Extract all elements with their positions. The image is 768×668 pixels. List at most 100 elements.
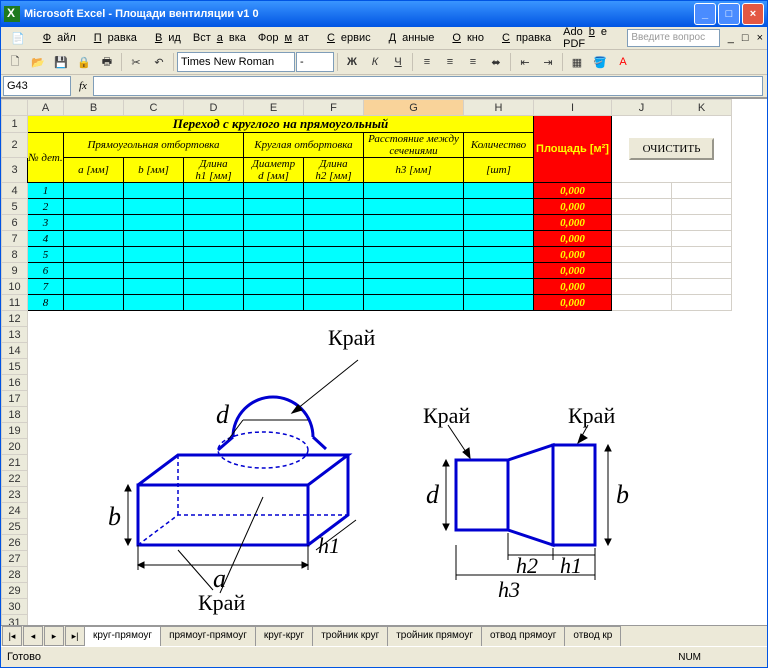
new-icon[interactable]: 🗋: [4, 51, 26, 73]
col-header-c[interactable]: C: [124, 100, 184, 116]
sheet-tab[interactable]: отвод кр: [564, 626, 621, 646]
italic-icon[interactable]: К: [364, 51, 386, 73]
minimize-button[interactable]: _: [694, 3, 716, 25]
col-header-e[interactable]: E: [244, 100, 304, 116]
label-d2: d: [426, 480, 440, 509]
tab-prev-icon[interactable]: ◂: [23, 626, 43, 646]
row-header-1[interactable]: 1: [2, 116, 28, 133]
font-color-icon[interactable]: A: [612, 51, 634, 73]
col-distance: Расстояние между сечениями: [364, 133, 464, 158]
menu-pdf[interactable]: Adobe PDF: [557, 24, 627, 52]
menu-file[interactable]: ФФайлайл: [31, 30, 82, 46]
align-center-icon[interactable]: ≡: [439, 51, 461, 73]
window-title: Microsoft Excel - Площади вентиляции v1 …: [24, 8, 259, 20]
ask-box[interactable]: Введите вопрос: [627, 29, 719, 47]
font-select[interactable]: Times New Roman: [177, 52, 295, 72]
status-num: NUM: [678, 652, 701, 663]
label-edge1: Край: [328, 325, 375, 350]
close-button[interactable]: ×: [742, 3, 764, 25]
formula-bar: G43 fx: [1, 75, 767, 98]
col-header-f[interactable]: F: [304, 100, 364, 116]
save-icon[interactable]: 💾: [50, 51, 72, 73]
merge-icon[interactable]: ⬌: [485, 51, 507, 73]
undo-icon[interactable]: ↶: [148, 51, 170, 73]
col-header-h[interactable]: H: [464, 100, 534, 116]
tab-last-icon[interactable]: ▸|: [65, 626, 85, 646]
sheet-tab-active[interactable]: круг-прямоуг: [84, 626, 161, 646]
diagram: Край d b a h1 Край: [68, 315, 668, 625]
bold-icon[interactable]: Ж: [341, 51, 363, 73]
col-header-i[interactable]: I: [534, 100, 612, 116]
permission-icon[interactable]: 🔒: [73, 51, 95, 73]
row-header-3[interactable]: 3: [2, 158, 28, 183]
group-rect: Прямоугольная отбортовка: [64, 133, 244, 158]
align-left-icon[interactable]: ≡: [416, 51, 438, 73]
clear-button[interactable]: ОЧИСТИТЬ: [629, 138, 715, 160]
print-icon[interactable]: 🖶: [96, 51, 118, 73]
menu-window[interactable]: Окно: [440, 30, 490, 46]
menu-data[interactable]: Данные: [377, 30, 441, 46]
tab-next-icon[interactable]: ▸: [44, 626, 64, 646]
indent-dec-icon[interactable]: ⇤: [514, 51, 536, 73]
label-edge4: Край: [568, 403, 615, 428]
col-h1: Длина h1 [мм]: [184, 158, 244, 183]
select-all-corner[interactable]: [2, 100, 28, 116]
label-d: d: [216, 400, 230, 429]
col-header-b[interactable]: B: [64, 100, 124, 116]
fill-color-icon[interactable]: 🪣: [589, 51, 611, 73]
row-header-11[interactable]: 11: [2, 295, 28, 311]
col-header-d[interactable]: D: [184, 100, 244, 116]
col-h3: h3 [мм]: [364, 158, 464, 183]
align-right-icon[interactable]: ≡: [462, 51, 484, 73]
cut-icon[interactable]: ✂: [125, 51, 147, 73]
row-header-6[interactable]: 6: [2, 215, 28, 231]
sheet-tab[interactable]: тройник круг: [312, 626, 388, 646]
col-a: a [мм]: [64, 158, 124, 183]
col-b: b [мм]: [124, 158, 184, 183]
row-header-10[interactable]: 10: [2, 279, 28, 295]
sheet-tab[interactable]: отвод прямоуг: [481, 626, 565, 646]
maximize-button[interactable]: □: [718, 3, 740, 25]
menu-insert[interactable]: Вставка: [187, 30, 252, 46]
col-header-j[interactable]: J: [612, 100, 672, 116]
table-title: Переход с круглого на прямоугольный: [28, 116, 534, 133]
menu-tools[interactable]: Сервис: [315, 30, 377, 46]
formula-input[interactable]: [93, 76, 763, 96]
menu-help-restore[interactable]: □: [738, 30, 753, 46]
worksheet-grid[interactable]: A B C D E F G H I J K 1 Переход с кругло…: [1, 98, 767, 625]
status-ready: Готово: [7, 651, 41, 663]
menu-edit[interactable]: Правка: [82, 30, 143, 46]
size-select[interactable]: -: [296, 52, 334, 72]
cell-no[interactable]: 1: [28, 183, 64, 199]
label-h2: h2: [516, 553, 538, 578]
label-edge3: Край: [423, 403, 470, 428]
col-header-g[interactable]: G: [364, 100, 464, 116]
row-header-7[interactable]: 7: [2, 231, 28, 247]
menu-help-x[interactable]: ×: [753, 30, 767, 46]
menu-format[interactable]: Формат: [252, 30, 315, 46]
row-header-9[interactable]: 9: [2, 263, 28, 279]
menu-help-dash[interactable]: _: [724, 30, 738, 46]
underline-icon[interactable]: Ч: [387, 51, 409, 73]
col-header-a[interactable]: A: [28, 100, 64, 116]
fx-icon[interactable]: fx: [73, 80, 93, 92]
row-header-5[interactable]: 5: [2, 199, 28, 215]
indent-inc-icon[interactable]: ⇥: [537, 51, 559, 73]
label-h3: h3: [498, 577, 520, 602]
sheet-tab[interactable]: тройник прямоуг: [387, 626, 482, 646]
col-header-k[interactable]: K: [672, 100, 732, 116]
sheet-tab[interactable]: круг-круг: [255, 626, 313, 646]
menu-help[interactable]: Справка: [490, 30, 557, 46]
borders-icon[interactable]: ▦: [566, 51, 588, 73]
label-b-left: b: [108, 502, 121, 531]
tab-first-icon[interactable]: |◂: [2, 626, 22, 646]
menu-view[interactable]: Вид: [143, 30, 187, 46]
name-box[interactable]: G43: [3, 76, 71, 96]
sheet-tab[interactable]: прямоуг-прямоуг: [160, 626, 256, 646]
row-header-4[interactable]: 4: [2, 183, 28, 199]
row-header-8[interactable]: 8: [2, 247, 28, 263]
row-header-12[interactable]: 12: [2, 311, 28, 327]
col-d: Диаметр d [мм]: [244, 158, 304, 183]
row-header-2[interactable]: 2: [2, 133, 28, 158]
open-icon[interactable]: 📂: [27, 51, 49, 73]
